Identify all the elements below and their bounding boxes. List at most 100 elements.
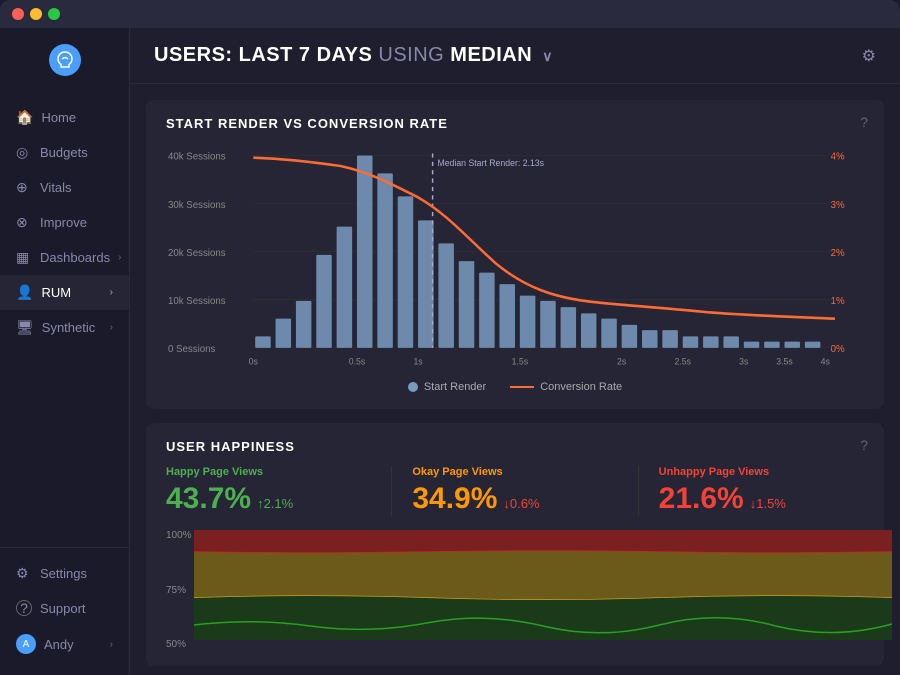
- sidebar-item-home[interactable]: 🏠 Home: [0, 100, 129, 135]
- y-label-50: 50%: [166, 639, 192, 650]
- svg-text:10k Sessions: 10k Sessions: [168, 296, 226, 307]
- sidebar-item-user[interactable]: A Andy ›: [0, 625, 129, 663]
- unhappy-value: 21.6% ↓1.5%: [659, 482, 864, 516]
- logo-icon: [49, 44, 81, 76]
- sidebar-item-dashboards[interactable]: ▦ Dashboards ›: [0, 240, 129, 275]
- page-header: USERS: LAST 7 DAYS USING MEDIAN ∨ ⚙: [130, 28, 900, 84]
- happy-value: 43.7% ↑2.1%: [166, 482, 371, 516]
- home-icon: 🏠: [16, 109, 33, 126]
- unhappy-percentage: 21.6%: [659, 482, 744, 516]
- okay-percentage: 34.9%: [412, 482, 497, 516]
- happy-percentage: 43.7%: [166, 482, 251, 516]
- sidebar-item-support[interactable]: ? Support: [0, 591, 129, 625]
- user-happiness-card: USER HAPPINESS ? Happy Page Views 43.7% …: [146, 423, 884, 666]
- start-render-help[interactable]: ?: [860, 114, 868, 130]
- sidebar-item-budgets[interactable]: ◎ Budgets: [0, 135, 129, 170]
- page-title: USERS: LAST 7 DAYS USING MEDIAN ∨: [154, 44, 553, 67]
- main-content: USERS: LAST 7 DAYS USING MEDIAN ∨ ⚙ STAR…: [130, 28, 900, 675]
- title-bar: [0, 0, 900, 28]
- svg-text:1.5s: 1.5s: [512, 356, 529, 366]
- svg-text:Median Start Render: 2.13s: Median Start Render: 2.13s: [437, 158, 544, 168]
- svg-text:2s: 2s: [617, 356, 627, 366]
- sidebar-item-budgets-label: Budgets: [40, 145, 88, 160]
- start-render-chart: 40k Sessions 30k Sessions 20k Sessions 1…: [166, 143, 864, 373]
- chart-svg: 40k Sessions 30k Sessions 20k Sessions 1…: [166, 143, 864, 373]
- svg-text:40k Sessions: 40k Sessions: [168, 151, 226, 162]
- sidebar-item-synthetic-label: Synthetic: [42, 320, 95, 335]
- rum-chevron: ›: [110, 287, 113, 298]
- happy-label: Happy Page Views: [166, 466, 371, 478]
- sidebar-bottom: ⚙ Settings ? Support A Andy ›: [0, 547, 129, 663]
- area-chart: 100% 75% 50%: [166, 530, 864, 650]
- unhappy-change: ↓1.5%: [750, 496, 786, 511]
- sidebar-item-settings[interactable]: ⚙ Settings: [0, 556, 129, 591]
- happiness-metrics: Happy Page Views 43.7% ↑2.1% Okay Page V…: [166, 466, 864, 516]
- title-chevron[interactable]: ∨: [542, 48, 553, 64]
- svg-text:4%: 4%: [831, 151, 845, 162]
- user-avatar: A: [16, 634, 36, 654]
- synthetic-icon: 🖥: [16, 319, 34, 336]
- legend-start-render: Start Render: [408, 381, 486, 393]
- svg-text:4s: 4s: [821, 356, 831, 366]
- svg-text:0.5s: 0.5s: [349, 356, 366, 366]
- legend-conversion-rate: Conversion Rate: [510, 381, 622, 393]
- close-button[interactable]: [12, 8, 24, 20]
- sidebar-item-rum-label: RUM: [41, 285, 71, 300]
- sidebar-item-improve[interactable]: ⊗ Improve: [0, 205, 129, 240]
- svg-text:0 Sessions: 0 Sessions: [168, 344, 215, 355]
- svg-text:3.5s: 3.5s: [776, 356, 793, 366]
- conversion-rate-legend-line: [510, 386, 534, 388]
- synthetic-chevron: ›: [110, 322, 113, 333]
- content-area: START RENDER VS CONVERSION RATE ? 40k Se…: [130, 84, 900, 675]
- improve-icon: ⊗: [16, 214, 32, 231]
- sidebar-item-home-label: Home: [41, 110, 76, 125]
- app-container: 🏠 Home ◎ Budgets ⊕ Vitals ⊗ Improve ▦ Da…: [0, 28, 900, 675]
- svg-text:3%: 3%: [831, 200, 845, 211]
- svg-text:3s: 3s: [739, 356, 749, 366]
- svg-text:30k Sessions: 30k Sessions: [168, 200, 226, 211]
- sidebar-item-support-label: Support: [40, 601, 86, 616]
- sidebar-item-vitals-label: Vitals: [40, 180, 72, 195]
- rum-icon: 👤: [16, 284, 33, 301]
- sidebar-item-dashboards-label: Dashboards: [40, 250, 110, 265]
- title-metric: MEDIAN: [450, 44, 532, 66]
- dashboards-chevron: ›: [118, 252, 121, 263]
- sidebar-item-user-label: Andy: [44, 637, 74, 652]
- user-happiness-help[interactable]: ?: [860, 437, 868, 453]
- sidebar-item-vitals[interactable]: ⊕ Vitals: [0, 170, 129, 205]
- start-render-legend-dot: [408, 382, 418, 392]
- y-label-100: 100%: [166, 530, 192, 541]
- svg-text:1s: 1s: [413, 356, 423, 366]
- sidebar-item-settings-label: Settings: [40, 566, 87, 581]
- title-prefix: USERS: LAST 7 DAYS: [154, 44, 372, 66]
- happy-metric: Happy Page Views 43.7% ↑2.1%: [166, 466, 392, 516]
- budgets-icon: ◎: [16, 144, 32, 161]
- svg-text:20k Sessions: 20k Sessions: [168, 248, 226, 259]
- minimize-button[interactable]: [30, 8, 42, 20]
- start-render-legend-label: Start Render: [424, 381, 486, 393]
- svg-text:0s: 0s: [249, 356, 259, 366]
- maximize-button[interactable]: [48, 8, 60, 20]
- okay-label: Okay Page Views: [412, 466, 617, 478]
- sidebar-item-synthetic[interactable]: 🖥 Synthetic ›: [0, 310, 129, 345]
- support-icon: ?: [16, 600, 32, 616]
- settings-icon: ⚙: [16, 565, 32, 582]
- user-happiness-title: USER HAPPINESS: [166, 439, 864, 454]
- sidebar-item-rum[interactable]: 👤 RUM ›: [0, 275, 129, 310]
- start-render-title: START RENDER VS CONVERSION RATE: [166, 116, 864, 131]
- sidebar-nav: 🏠 Home ◎ Budgets ⊕ Vitals ⊗ Improve ▦ Da…: [0, 100, 129, 547]
- happy-change: ↑2.1%: [257, 496, 293, 511]
- svg-text:0%: 0%: [831, 344, 845, 355]
- logo: [0, 40, 129, 80]
- chart-legend: Start Render Conversion Rate: [166, 381, 864, 393]
- okay-change: ↓0.6%: [503, 496, 539, 511]
- dashboards-icon: ▦: [16, 249, 32, 266]
- y-label-75: 75%: [166, 585, 192, 596]
- start-render-card: START RENDER VS CONVERSION RATE ? 40k Se…: [146, 100, 884, 409]
- gear-icon[interactable]: ⚙: [862, 46, 876, 66]
- okay-value: 34.9% ↓0.6%: [412, 482, 617, 516]
- conversion-rate-legend-label: Conversion Rate: [540, 381, 622, 393]
- okay-metric: Okay Page Views 34.9% ↓0.6%: [412, 466, 638, 516]
- title-using: USING: [378, 44, 450, 66]
- svg-text:2%: 2%: [831, 248, 845, 259]
